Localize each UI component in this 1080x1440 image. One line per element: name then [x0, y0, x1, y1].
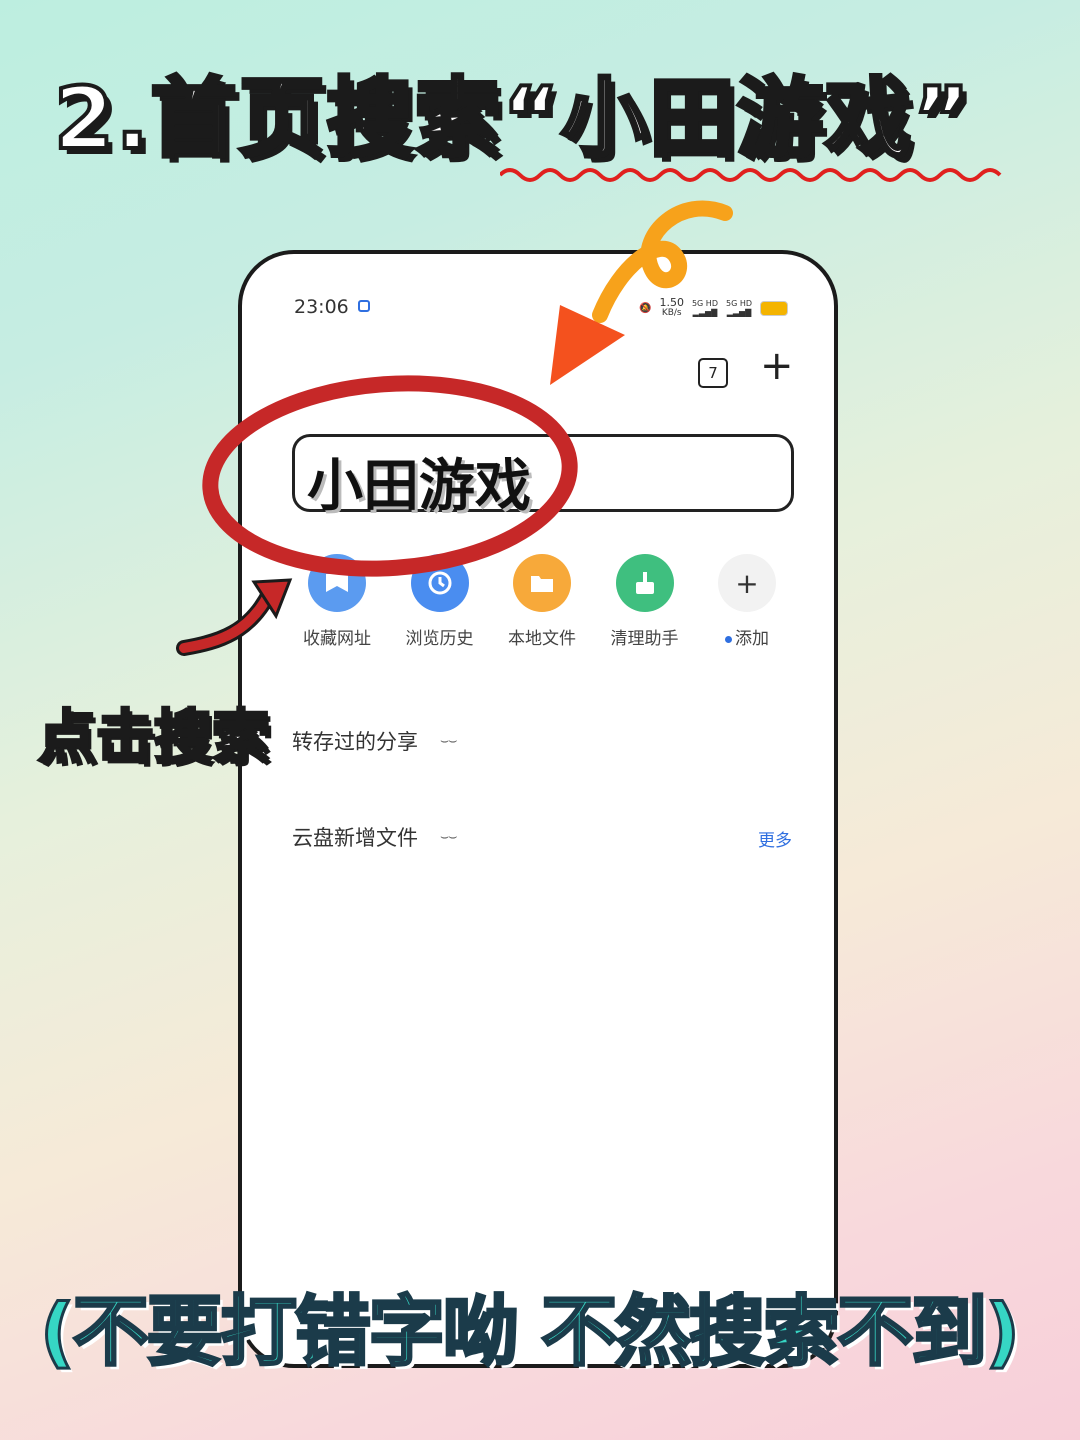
orange-arrow-icon — [550, 200, 733, 385]
shortcut-label: 添加 — [735, 629, 769, 649]
headline: 2.首页搜索“小田游戏” — [52, 67, 972, 171]
shortcut-label: 浏览历史 — [405, 629, 474, 649]
side-label: 点击搜索 — [36, 702, 271, 773]
shortcut-label: 本地文件 — [508, 629, 576, 649]
bottom-note: (不要打错字呦 不然搜索不到) — [39, 1286, 1022, 1378]
battery-icon — [760, 300, 788, 316]
new-dot-icon — [725, 635, 732, 643]
wavy-underline — [500, 168, 1002, 182]
plus-icon: + — [718, 554, 776, 612]
shortcut-label: 收藏网址 — [303, 629, 371, 649]
section-title: 云盘新增文件 — [292, 826, 418, 850]
more-link[interactable]: 更多 — [758, 826, 792, 851]
new-tab-button[interactable]: + — [760, 346, 794, 386]
shortcut-add-label: 添加 — [725, 624, 769, 649]
shortcut-label: 清理助手 — [610, 629, 679, 649]
red-arrow-icon — [176, 578, 293, 656]
eye-closed-icon[interactable]: ⌣⌣ — [440, 829, 457, 845]
sync-icon — [358, 300, 370, 312]
section-saved-shares[interactable]: 转存过的分享 ⌣⌣ — [292, 726, 457, 756]
section-title: 转存过的分享 — [292, 730, 418, 754]
eye-closed-icon[interactable]: ⌣⌣ — [440, 733, 457, 749]
section-cloud-new-files[interactable]: 云盘新增文件 ⌣⌣ — [292, 822, 457, 852]
broom-icon — [615, 554, 674, 612]
status-time: 23:06 — [294, 296, 349, 318]
shortcut-add[interactable]: + 添加 — [702, 554, 792, 649]
shortcut-cleaner[interactable]: 清理助手 — [600, 554, 690, 649]
